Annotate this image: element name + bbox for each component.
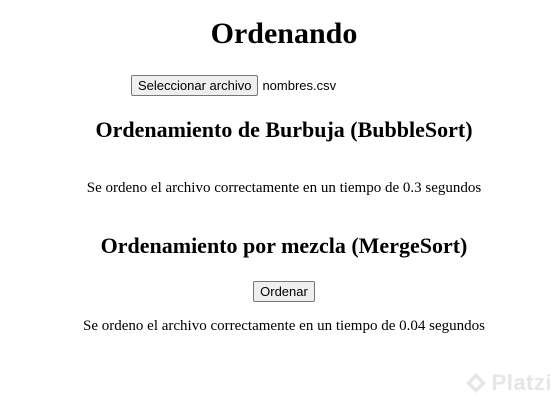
selected-file-name: nombres.csv <box>262 78 337 93</box>
merge-sort-result: Se ordeno el archivo correctamente en un… <box>83 318 485 334</box>
bubble-sort-result: Se ordeno el archivo correctamente en un… <box>86 180 482 196</box>
file-upload: Seleccionar archivo nombres.csv <box>131 75 336 96</box>
bubble-sort-heading: Ordenamiento de Burbuja (BubbleSort) <box>95 117 473 142</box>
merge-sort-heading: Ordenamiento por mezcla (MergeSort) <box>100 233 468 258</box>
page-title: Ordenando <box>210 17 358 50</box>
platzi-watermark: Platzi <box>464 370 552 396</box>
order-button-row: Ordenar <box>0 281 556 302</box>
select-file-button[interactable]: Seleccionar archivo <box>131 75 259 96</box>
sort-button[interactable]: Ordenar <box>253 281 315 302</box>
watermark-text: Platzi <box>491 370 552 395</box>
platzi-logo-icon <box>465 373 486 393</box>
